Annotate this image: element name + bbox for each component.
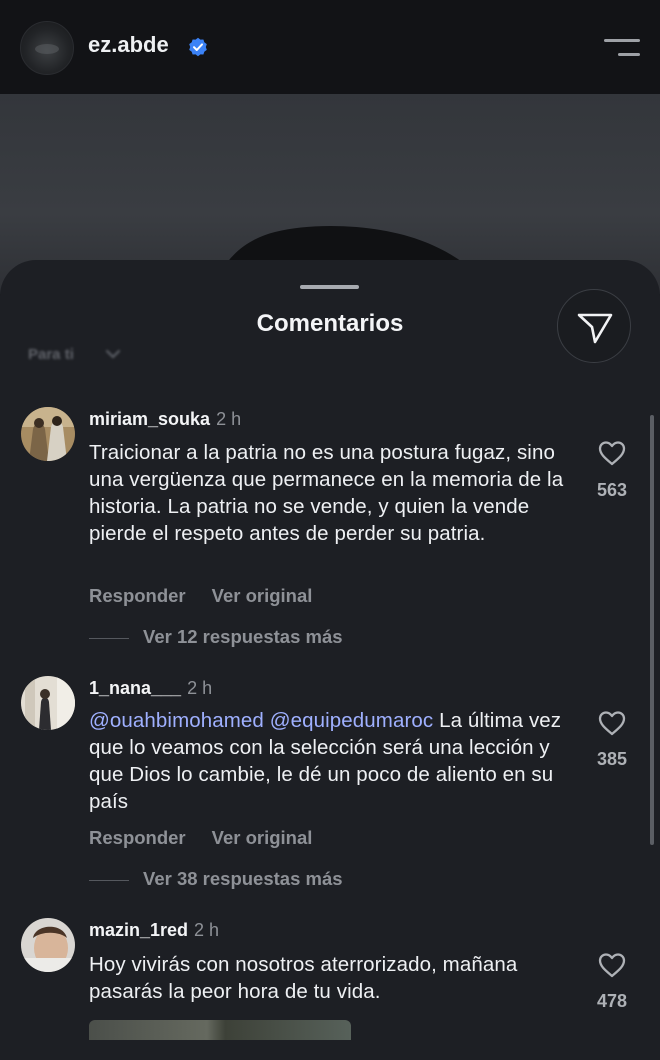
comment-username[interactable]: 1_nana___ 2 h — [89, 678, 212, 699]
drag-handle[interactable] — [300, 285, 359, 289]
comment-actions: Responder Ver original — [89, 827, 338, 849]
commenter-avatar[interactable] — [21, 676, 75, 730]
commenter-avatar[interactable] — [21, 407, 75, 461]
comment-time: 2 h — [187, 678, 213, 698]
view-replies-button[interactable]: Ver 12 respuestas más — [89, 626, 343, 648]
like-count: 385 — [596, 749, 628, 769]
see-original-button[interactable]: Ver original — [212, 585, 313, 606]
like-count: 563 — [596, 480, 628, 500]
comment-text: Traicionar a la patria no es una postura… — [89, 441, 564, 545]
send-icon — [577, 313, 613, 344]
reply-button[interactable]: Responder — [89, 585, 186, 606]
sort-filter-label[interactable]: Para ti — [28, 346, 74, 363]
profile-username[interactable]: ez.abde — [88, 32, 169, 58]
share-button[interactable] — [557, 289, 631, 363]
verified-badge-icon — [189, 37, 207, 57]
scrollbar[interactable] — [650, 415, 654, 845]
comment-username[interactable]: miriam_souka 2 h — [89, 409, 241, 430]
heart-icon[interactable] — [597, 951, 627, 979]
profile-avatar[interactable] — [20, 21, 74, 75]
comment-time: 2 h — [216, 409, 242, 429]
view-replies-button[interactable]: Ver 38 respuestas más — [89, 868, 343, 890]
mention-link[interactable]: @equipedumaroc — [270, 709, 434, 732]
heart-icon[interactable] — [597, 439, 627, 467]
comment-image-attachment[interactable] — [89, 1020, 351, 1040]
heart-icon[interactable] — [597, 709, 627, 737]
comment-actions: Responder Ver original — [89, 585, 338, 607]
mention-link[interactable]: @ouahbimohamed — [89, 709, 264, 732]
comment-text: Hoy vivirás con nosotros aterrorizado, m… — [89, 953, 518, 1003]
comment-text: @ouahbimohamed @equipedumaroc La última … — [89, 707, 569, 815]
replies-divider-line — [89, 879, 129, 881]
view-replies-label: Ver 12 respuestas más — [143, 626, 343, 647]
view-replies-label: Ver 38 respuestas más — [143, 868, 343, 889]
reply-button[interactable]: Responder — [89, 827, 186, 848]
chevron-down-icon[interactable] — [106, 350, 120, 359]
commenter-avatar[interactable] — [21, 918, 75, 972]
comment-time: 2 h — [194, 920, 220, 940]
profile-header: ez.abde — [0, 0, 660, 94]
replies-divider-line — [89, 637, 129, 639]
see-original-button[interactable]: Ver original — [212, 827, 313, 848]
comment-username[interactable]: mazin_1red 2 h — [89, 920, 219, 941]
menu-icon[interactable] — [604, 37, 640, 59]
like-count: 478 — [596, 991, 628, 1011]
